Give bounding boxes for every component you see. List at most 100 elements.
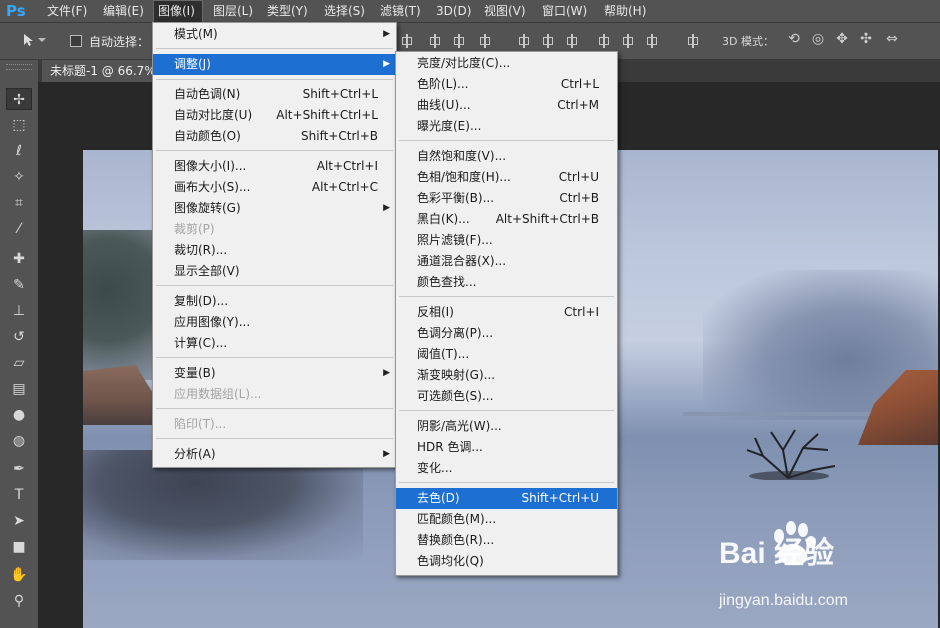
clone-stamp-tool-icon[interactable]: ⊥ bbox=[6, 300, 32, 322]
3d-scale-icon[interactable]: ⇔ bbox=[884, 31, 900, 47]
3d-mode-label: 3D 模式： bbox=[722, 35, 774, 48]
align-vcenter-icon[interactable] bbox=[428, 34, 442, 48]
healing-brush-tool-icon[interactable]: ✚ bbox=[6, 248, 32, 270]
adj-variations[interactable]: 变化... bbox=[396, 458, 617, 479]
menu-item-adjustments[interactable]: 调整(J) ▶ bbox=[153, 54, 396, 75]
lasso-tool-icon[interactable]: ℓ bbox=[6, 140, 32, 162]
3d-rotate-icon[interactable]: ⟲ bbox=[786, 31, 802, 47]
adj-equalize[interactable]: 色调均化(Q) bbox=[396, 551, 617, 572]
marquee-tool-icon[interactable]: ⬚ bbox=[6, 114, 32, 136]
adj-levels[interactable]: 色阶(L)... Ctrl+L bbox=[396, 74, 617, 95]
3d-pan-icon[interactable]: ✥ bbox=[834, 31, 850, 47]
menu-separator bbox=[156, 150, 393, 151]
dodge-tool-icon[interactable]: ◍ bbox=[6, 430, 32, 452]
adj-channel-mixer[interactable]: 通道混合器(X)... bbox=[396, 251, 617, 272]
move-tool-preset-icon[interactable] bbox=[22, 32, 48, 52]
menu-item-apply-data-set: 应用数据组(L)... bbox=[174, 387, 262, 401]
menu-select[interactable]: 选择(S) bbox=[320, 0, 369, 22]
adj-match-color[interactable]: 匹配颜色(M)... bbox=[396, 509, 617, 530]
distribute-hcenter-icon[interactable] bbox=[621, 34, 635, 48]
magic-wand-tool-icon[interactable]: ✧ bbox=[6, 166, 32, 188]
adj-color-balance[interactable]: 色彩平衡(B)... Ctrl+B bbox=[396, 188, 617, 209]
pen-tool-icon[interactable]: ✒ bbox=[6, 458, 32, 480]
blur-tool-icon[interactable]: ● bbox=[6, 404, 32, 426]
menu-separator bbox=[156, 408, 393, 409]
menu-separator bbox=[399, 482, 614, 483]
distribute-left-icon[interactable] bbox=[597, 34, 611, 48]
align-bottom-icon[interactable] bbox=[452, 34, 466, 48]
align-left-icon[interactable] bbox=[478, 34, 492, 48]
menu-item-mode[interactable]: 模式(M) ▶ bbox=[153, 24, 396, 45]
align-top-icon[interactable] bbox=[400, 34, 414, 48]
menu-item-trim[interactable]: 裁切(R)... bbox=[153, 240, 396, 261]
menu-separator bbox=[399, 140, 614, 141]
rectangle-tool-icon[interactable]: ■ bbox=[6, 536, 32, 558]
adj-gradient-map[interactable]: 渐变映射(G)... bbox=[396, 365, 617, 386]
move-tool-icon[interactable]: ✢ bbox=[6, 88, 32, 110]
adj-desaturate[interactable]: 去色(D) Shift+Ctrl+U bbox=[396, 488, 617, 509]
menu-item-canvas-size[interactable]: 画布大小(S)... Alt+Ctrl+C bbox=[153, 177, 396, 198]
auto-select-checkbox[interactable] bbox=[70, 35, 82, 47]
tools-panel: ✢ ⬚ ℓ ✧ ⌗ ⁄ ✚ ✎ ⊥ ↺ ▱ ▤ ● ◍ ✒ T ➤ ■ ✋ ⚲ bbox=[0, 60, 39, 628]
menu-file[interactable]: 文件(F) bbox=[43, 0, 91, 22]
crop-tool-icon[interactable]: ⌗ bbox=[6, 192, 32, 214]
type-tool-icon[interactable]: T bbox=[6, 484, 32, 506]
menu-layer[interactable]: 图层(L) bbox=[209, 0, 257, 22]
adj-vibrance[interactable]: 自然饱和度(V)... bbox=[396, 146, 617, 167]
baidu-paw-icon bbox=[774, 521, 816, 565]
menu-item-apply-image[interactable]: 应用图像(Y)... bbox=[153, 312, 396, 333]
menu-type[interactable]: 类型(Y) bbox=[263, 0, 312, 22]
auto-align-layers-icon[interactable] bbox=[686, 34, 700, 48]
adj-invert[interactable]: 反相(I) Ctrl+I bbox=[396, 302, 617, 323]
menu-item-calculations[interactable]: 计算(C)... bbox=[153, 333, 396, 354]
menu-item-image-rotation[interactable]: 图像旋转(G) ▶ bbox=[153, 198, 396, 219]
adj-threshold[interactable]: 阈值(T)... bbox=[396, 344, 617, 365]
menu-item-reveal-all[interactable]: 显示全部(V) bbox=[153, 261, 396, 282]
menu-item-image-size[interactable]: 图像大小(I)... Alt+Ctrl+I bbox=[153, 156, 396, 177]
baidu-watermark: Bai 经验 jingyan.baidu.com bbox=[719, 521, 938, 628]
history-brush-tool-icon[interactable]: ↺ bbox=[6, 326, 32, 348]
adj-color-lookup[interactable]: 颜色查找... bbox=[396, 272, 617, 293]
menu-item-duplicate[interactable]: 复制(D)... bbox=[153, 291, 396, 312]
menu-edit[interactable]: 编辑(E) bbox=[99, 0, 148, 22]
eraser-tool-icon[interactable]: ▱ bbox=[6, 352, 32, 374]
eyedropper-tool-icon[interactable]: ⁄ bbox=[6, 218, 32, 240]
adj-selective-color[interactable]: 可选颜色(S)... bbox=[396, 386, 617, 407]
distribute-bottom-icon[interactable] bbox=[565, 34, 579, 48]
adj-shadows-highlights[interactable]: 阴影/高光(W)... bbox=[396, 416, 617, 437]
menu-image[interactable]: 图像(I) bbox=[153, 0, 203, 22]
menu-separator bbox=[399, 410, 614, 411]
menu-window[interactable]: 窗口(W) bbox=[538, 0, 591, 22]
menu-item-variables[interactable]: 变量(B) ▶ bbox=[153, 363, 396, 384]
distribute-top-icon[interactable] bbox=[517, 34, 531, 48]
adj-posterize[interactable]: 色调分离(P)... bbox=[396, 323, 617, 344]
adj-hdr-toning[interactable]: HDR 色调... bbox=[396, 437, 617, 458]
menu-view[interactable]: 视图(V) bbox=[480, 0, 530, 22]
3d-roll-icon[interactable]: ◎ bbox=[810, 31, 826, 47]
3d-slide-icon[interactable]: ✣ bbox=[858, 31, 874, 47]
menu-filter[interactable]: 滤镜(T) bbox=[376, 0, 425, 22]
adj-black-white[interactable]: 黑白(K)... Alt+Shift+Ctrl+B bbox=[396, 209, 617, 230]
distribute-vcenter-icon[interactable] bbox=[541, 34, 555, 48]
path-selection-tool-icon[interactable]: ➤ bbox=[6, 510, 32, 532]
zoom-tool-icon[interactable]: ⚲ bbox=[6, 590, 32, 612]
hand-tool-icon[interactable]: ✋ bbox=[6, 564, 32, 586]
menu-item-auto-contrast[interactable]: 自动对比度(U) Alt+Shift+Ctrl+L bbox=[153, 105, 396, 126]
menu-3d[interactable]: 3D(D) bbox=[432, 0, 475, 22]
menu-item-analysis[interactable]: 分析(A) ▶ bbox=[153, 444, 396, 465]
menu-item-auto-color[interactable]: 自动颜色(O) Shift+Ctrl+B bbox=[153, 126, 396, 147]
adj-photo-filter[interactable]: 照片滤镜(F)... bbox=[396, 230, 617, 251]
panel-grip[interactable] bbox=[6, 64, 32, 70]
adj-exposure[interactable]: 曝光度(E)... bbox=[396, 116, 617, 137]
brush-tool-icon[interactable]: ✎ bbox=[6, 274, 32, 296]
menu-help[interactable]: 帮助(H) bbox=[600, 0, 650, 22]
distribute-right-icon[interactable] bbox=[645, 34, 659, 48]
menu-item-auto-tone[interactable]: 自动色调(N) Shift+Ctrl+L bbox=[153, 84, 396, 105]
adj-hue-saturation[interactable]: 色相/饱和度(H)... Ctrl+U bbox=[396, 167, 617, 188]
adj-replace-color[interactable]: 替换颜色(R)... bbox=[396, 530, 617, 551]
watermark-site: jingyan.baidu.com bbox=[719, 592, 848, 609]
adj-brightness-contrast[interactable]: 亮度/对比度(C)... bbox=[396, 53, 617, 74]
adj-curves[interactable]: 曲线(U)... Ctrl+M bbox=[396, 95, 617, 116]
document-tab[interactable]: 未标题-1 @ 66.7% bbox=[42, 60, 158, 82]
gradient-tool-icon[interactable]: ▤ bbox=[6, 378, 32, 400]
